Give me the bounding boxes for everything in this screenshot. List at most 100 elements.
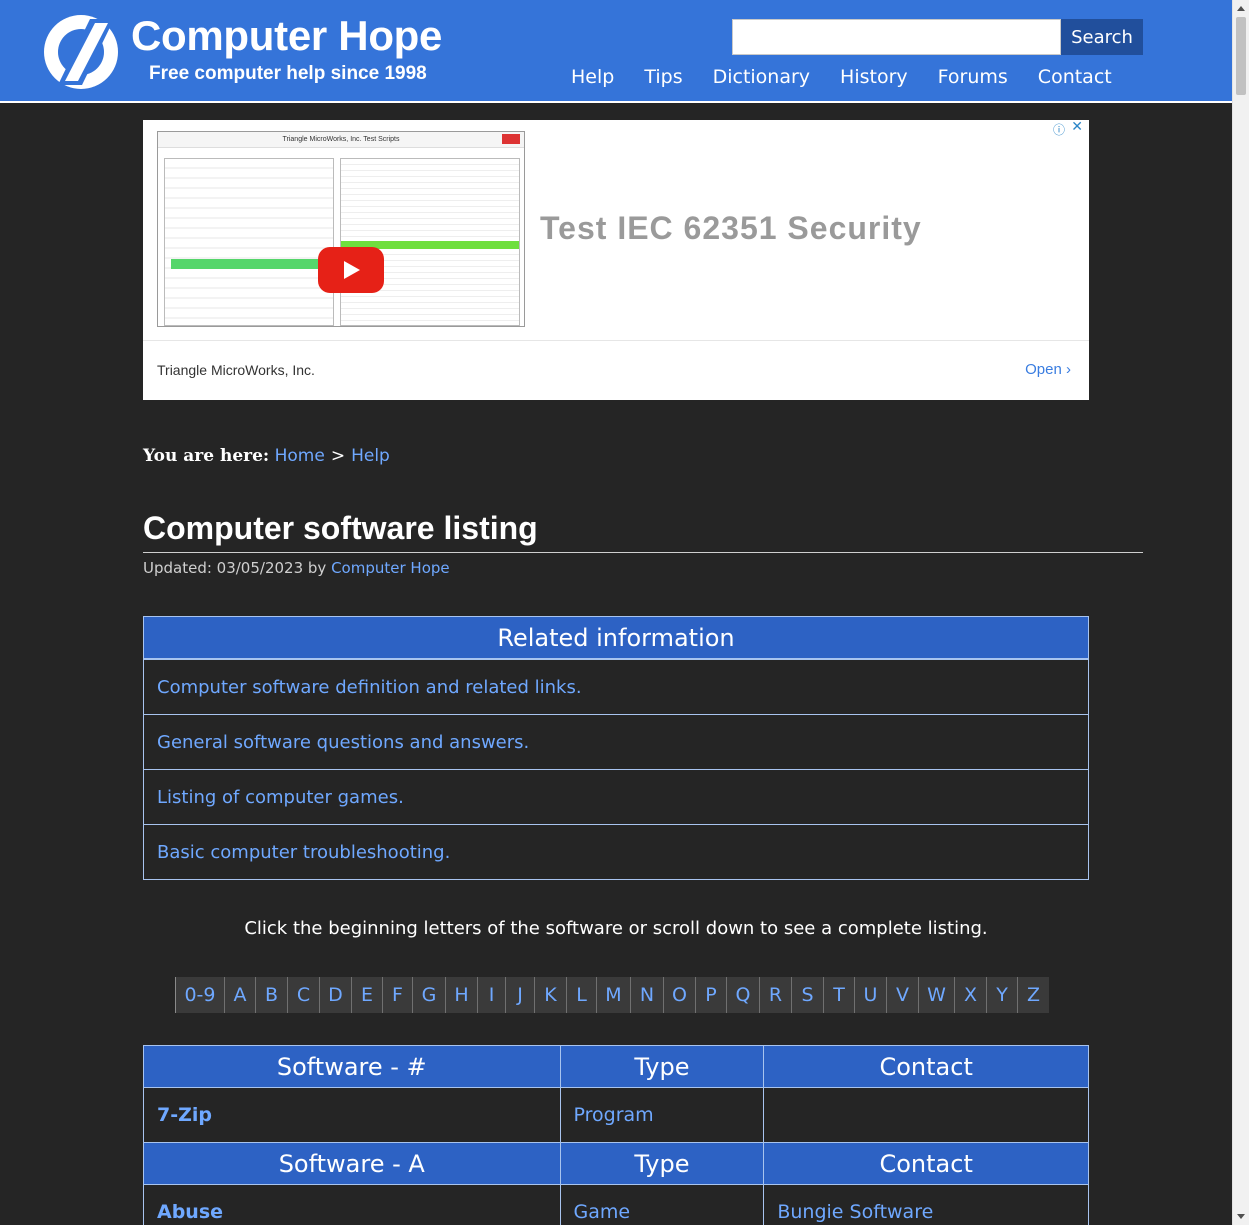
scroll-up-arrow-icon[interactable]: [1237, 6, 1245, 11]
ad-advertiser: Triangle MicroWorks, Inc.: [157, 362, 315, 378]
software-contact-link[interactable]: Bungie Software: [777, 1201, 933, 1223]
table-row: Abuse Game Bungie Software: [143, 1184, 1089, 1225]
ad-test-selection-pane: [164, 158, 334, 326]
software-link[interactable]: Abuse: [157, 1201, 223, 1223]
related-row: Computer software definition and related…: [144, 659, 1088, 714]
column-header-type: Type: [559, 1142, 765, 1185]
ad-video-thumbnail[interactable]: Triangle MicroWorks, Inc. Test Scripts: [157, 131, 525, 327]
breadcrumb-separator: >: [330, 446, 346, 466]
nav-contact[interactable]: Contact: [1023, 66, 1127, 88]
letter-link-j[interactable]: J: [505, 977, 534, 1013]
letter-link-h[interactable]: H: [445, 977, 477, 1013]
related-row: Basic computer troubleshooting.: [144, 824, 1088, 879]
listing-instruction: Click the beginning letters of the softw…: [244, 918, 988, 939]
computer-hope-logo-icon[interactable]: [42, 13, 120, 91]
ad-selected-row: [171, 259, 334, 269]
letter-link-d[interactable]: D: [319, 977, 351, 1013]
breadcrumb-help[interactable]: Help: [351, 446, 390, 466]
related-link-troubleshooting[interactable]: Basic computer troubleshooting.: [157, 842, 450, 863]
software-contact-cell: [763, 1087, 1089, 1143]
info-icon[interactable]: ⓘ: [1053, 121, 1065, 138]
table-header-row: Software - A Type Contact: [143, 1142, 1089, 1185]
letter-link-r[interactable]: R: [759, 977, 791, 1013]
software-type-cell: Program: [559, 1087, 765, 1143]
related-link-definition[interactable]: Computer software definition and related…: [157, 677, 582, 698]
software-type-cell: Game: [559, 1184, 765, 1225]
software-type-link[interactable]: Program: [574, 1104, 654, 1126]
scroll-thumb[interactable]: [1236, 17, 1246, 95]
table-row: 7-Zip Program: [143, 1087, 1089, 1143]
letter-link-c[interactable]: C: [287, 977, 319, 1013]
related-heading: Related information: [144, 617, 1088, 659]
letter-link-x[interactable]: X: [954, 977, 986, 1013]
breadcrumb-home[interactable]: Home: [275, 446, 325, 466]
letter-link-e[interactable]: E: [351, 977, 382, 1013]
related-link-questions[interactable]: General software questions and answers.: [157, 732, 529, 753]
nav-help[interactable]: Help: [556, 66, 629, 88]
ad-footer: Triangle MicroWorks, Inc. Open ›: [143, 340, 1089, 400]
updated-label: Updated: 03/05/2023 by: [143, 559, 327, 577]
related-row: Listing of computer games.: [144, 769, 1088, 824]
software-type-link[interactable]: Game: [574, 1201, 631, 1223]
scroll-down-arrow-icon[interactable]: [1237, 1214, 1245, 1219]
video-ad[interactable]: Triangle MicroWorks, Inc. Test Scripts T…: [143, 120, 1089, 400]
nav-dictionary[interactable]: Dictionary: [698, 66, 825, 88]
search-button[interactable]: Search: [1061, 19, 1143, 55]
related-link-games[interactable]: Listing of computer games.: [157, 787, 404, 808]
nav-tips[interactable]: Tips: [629, 66, 697, 88]
software-table: Software - # Type Contact 7-Zip Program …: [143, 1045, 1089, 1225]
letter-link-i[interactable]: I: [477, 977, 505, 1013]
main-nav: Help Tips Dictionary History Forums Cont…: [556, 66, 1127, 88]
updated-author-link[interactable]: Computer Hope: [331, 559, 450, 577]
letter-link-b[interactable]: B: [255, 977, 287, 1013]
letter-index-bar: 0-9 A B C D E F G H I J K L M N O P Q R …: [175, 977, 1049, 1013]
letter-link-u[interactable]: U: [854, 977, 886, 1013]
table-header-row: Software - # Type Contact: [143, 1045, 1089, 1088]
page-title: Computer software listing: [143, 510, 538, 546]
logo-title[interactable]: Computer Hope: [131, 12, 442, 60]
software-name-cell: 7-Zip: [143, 1087, 561, 1143]
breadcrumb-prefix: You are here:: [143, 446, 270, 466]
letter-link-q[interactable]: Q: [726, 977, 759, 1013]
nav-forums[interactable]: Forums: [923, 66, 1023, 88]
letter-link-z[interactable]: Z: [1017, 977, 1049, 1013]
ad-window-close-icon: [502, 134, 520, 144]
title-divider: [143, 552, 1143, 553]
related-information-box: Related information Computer software de…: [143, 616, 1089, 880]
letter-link-f[interactable]: F: [382, 977, 412, 1013]
letter-link-o[interactable]: O: [663, 977, 695, 1013]
letter-link-t[interactable]: T: [823, 977, 854, 1013]
site-header: Computer Hope Free computer help since 1…: [0, 0, 1232, 103]
letter-link-y[interactable]: Y: [986, 977, 1017, 1013]
column-header-software: Software - A: [143, 1142, 561, 1185]
letter-link-a[interactable]: A: [224, 977, 255, 1013]
column-header-software: Software - #: [143, 1045, 561, 1088]
page-scrollbar[interactable]: [1232, 0, 1249, 1225]
software-link[interactable]: 7-Zip: [157, 1104, 212, 1126]
related-row: General software questions and answers.: [144, 714, 1088, 769]
letter-link-k[interactable]: K: [534, 977, 566, 1013]
letter-link-g[interactable]: G: [412, 977, 445, 1013]
ad-headline: Test IEC 62351 Security: [540, 210, 922, 246]
software-contact-cell: Bungie Software: [763, 1184, 1089, 1225]
letter-link-p[interactable]: P: [695, 977, 726, 1013]
software-name-cell: Abuse: [143, 1184, 561, 1225]
nav-history[interactable]: History: [825, 66, 923, 88]
letter-link-0-9[interactable]: 0-9: [175, 977, 224, 1013]
letter-link-v[interactable]: V: [886, 977, 918, 1013]
ad-open-button[interactable]: Open ›: [1025, 361, 1071, 378]
letter-link-w[interactable]: W: [918, 977, 954, 1013]
column-header-contact: Contact: [763, 1142, 1089, 1185]
play-icon[interactable]: [318, 247, 384, 293]
logo-tagline: Free computer help since 1998: [149, 63, 427, 84]
column-header-type: Type: [559, 1045, 765, 1088]
letter-link-n[interactable]: N: [630, 977, 663, 1013]
letter-link-m[interactable]: M: [596, 977, 630, 1013]
ad-test-execution-pane: [340, 158, 520, 326]
letter-link-l[interactable]: L: [566, 977, 596, 1013]
updated-line: Updated: 03/05/2023 by Computer Hope: [143, 559, 450, 577]
letter-link-s[interactable]: S: [791, 977, 823, 1013]
search-input[interactable]: [732, 19, 1061, 55]
column-header-contact: Contact: [763, 1045, 1089, 1088]
close-icon[interactable]: ✕: [1071, 120, 1083, 135]
